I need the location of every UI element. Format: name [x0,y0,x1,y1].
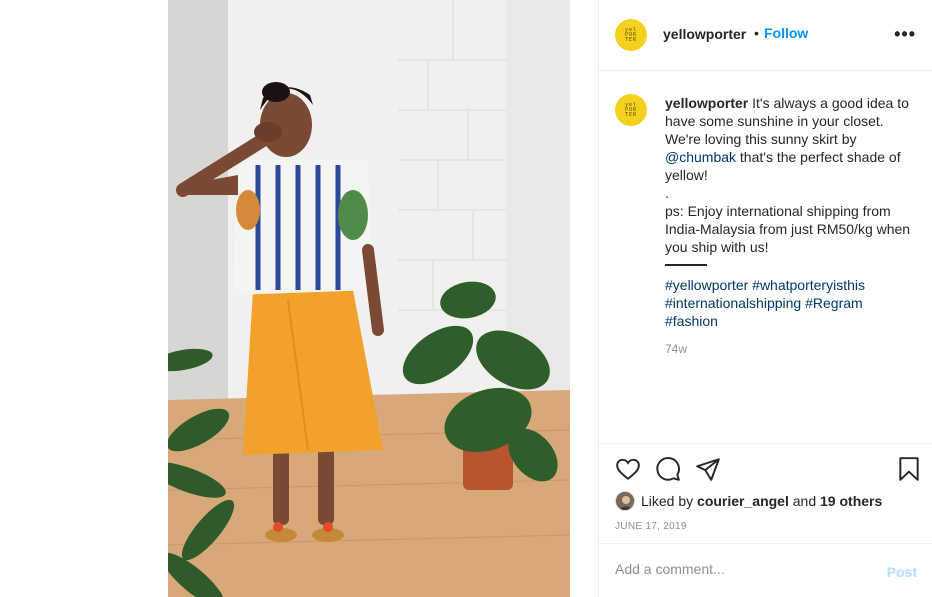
comment-box: Post [599,543,932,597]
caption-divider [665,264,707,266]
liker-avatar[interactable] [615,491,635,511]
caption-text: ps: Enjoy international shipping from In… [665,203,911,255]
comment-icon[interactable] [655,456,681,482]
hashtag-link[interactable]: #yellowporter [665,277,748,293]
more-options-icon[interactable]: ••• [894,24,916,45]
avatar-logo: yel POR TER [624,101,638,118]
caption-avatar[interactable]: yel POR TER [615,94,647,126]
post-photo-illustration [168,0,570,597]
likes-prefix: Liked by [641,493,694,509]
liker-username[interactable]: courier_angel [697,493,789,509]
avatar-logo: yel POR TER [624,26,638,43]
post-photo[interactable] [168,0,570,597]
caption-area: yel POR TER yellowporter It's always a goo… [599,71,932,443]
account-username[interactable]: yellowporter [663,26,746,42]
hashtag-link[interactable]: #whatporteryisthis [752,277,865,293]
caption-time-ago[interactable]: 74w [665,342,687,356]
heart-icon[interactable] [615,456,641,482]
post-header: yel POR TER yellowporter • Follow ••• [599,0,932,71]
hashtag-link[interactable]: #internationalshipping [665,295,801,311]
likes-middle: and [792,493,817,509]
follow-button[interactable]: Follow [764,25,808,41]
caption-dot: . [665,185,669,201]
share-icon[interactable] [695,456,721,482]
comment-input[interactable] [615,561,865,577]
post-caption: yellowporter It's always a good idea to … [665,94,923,330]
account-avatar[interactable]: yel POR TER [615,19,647,51]
likes-summary: Liked by courier_angel and 19 others [615,490,882,512]
likes-others-link[interactable]: 19 others [820,493,882,509]
bookmark-icon[interactable] [897,456,921,482]
hashtag-link[interactable]: #Regram [805,295,863,311]
post-media-area [0,0,598,597]
mention-link[interactable]: @chumbak [665,149,736,165]
post-actions: Liked by courier_angel and 19 others JUN… [599,443,932,543]
post-comment-button[interactable]: Post [887,564,917,580]
caption-username[interactable]: yellowporter [665,95,748,111]
post-details-panel: yel POR TER yellowporter • Follow ••• yel P… [598,0,932,597]
hashtag-link[interactable]: #fashion [665,313,718,329]
header-separator: • [754,25,759,41]
post-date[interactable]: JUNE 17, 2019 [615,521,687,532]
